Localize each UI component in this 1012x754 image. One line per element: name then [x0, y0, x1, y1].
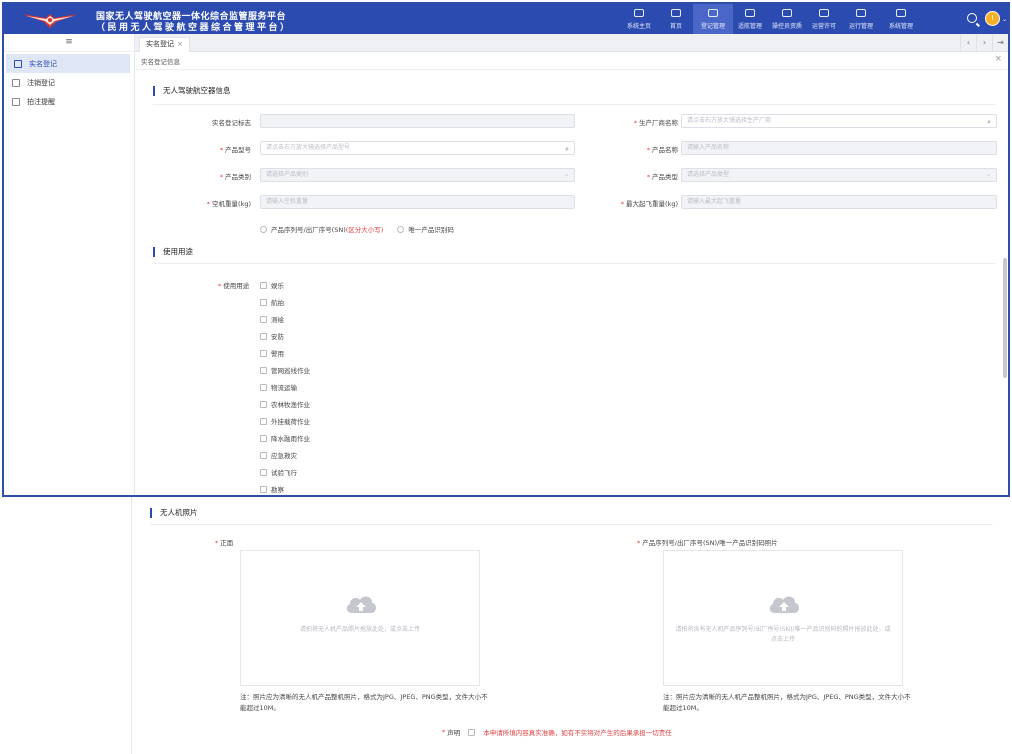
empty-weight-input[interactable]: 请输入空机重量: [260, 195, 575, 209]
label-model: * 产品型号: [219, 146, 251, 154]
usage-checkbox[interactable]: 管网巡线作业: [260, 365, 310, 375]
nav-home[interactable]: 首页: [659, 4, 693, 34]
usage-checkbox[interactable]: 勘察: [260, 484, 284, 494]
close-icon[interactable]: ×: [994, 54, 1002, 64]
usage-checkbox[interactable]: 测绘: [260, 314, 284, 324]
nav-operator-qual[interactable]: 操控员资质: [767, 4, 807, 34]
declare-checkbox[interactable]: [468, 728, 476, 736]
document-icon: [14, 59, 22, 68]
radio-sn[interactable]: [260, 225, 267, 233]
refresh-icon: [856, 9, 866, 17]
label-manufacturer: * 生产厂商名称: [633, 119, 678, 127]
usage-checkbox[interactable]: 航拍: [260, 297, 284, 307]
app-window: 国家无人驾驶航空器一体化综合监管服务平台 （民用无人驾驶航空器综合管理平台） 系…: [2, 2, 1010, 497]
label-front-photo: * 正面: [215, 539, 234, 547]
search-icon[interactable]: ⌕: [565, 143, 569, 154]
section-title-photos: 无人机照片: [150, 508, 198, 518]
shield-icon: [782, 9, 792, 17]
front-photo-note: 注：照片应为清晰的无人机产品整机照片，格式为JPG、JPEG、PNG类型，文件大…: [240, 693, 488, 712]
label-product-name: * 产品名称: [646, 146, 678, 154]
avatar[interactable]: I: [985, 11, 1000, 26]
more-icon[interactable]: ⇥: [992, 34, 1008, 52]
serial-photo-note: 注：照片应为清晰的无人机产品整机照片，格式为JPG、JPEG、PNG类型，文件大…: [663, 693, 911, 712]
section-title-aircraft: 无人驾驶航空器信息: [153, 86, 231, 96]
chevron-left-icon[interactable]: ‹: [960, 34, 976, 52]
label-serial-photo: * 产品序列号/出厂序号(SN)/唯一产品识别码照片: [637, 539, 778, 547]
usage-checkbox[interactable]: 物流运输: [260, 382, 297, 392]
usage-checkbox[interactable]: 应急救灾: [260, 450, 297, 460]
chevron-down-icon: ⌄: [563, 171, 569, 178]
sidebar-item-real-name[interactable]: 实名登记: [6, 54, 130, 73]
serial-photo-upload[interactable]: 请拍将含有无人机产品序列号/出厂序号(SN)/唯一产品识别码的照片拖放此处，或点…: [663, 550, 903, 686]
sidebar-item-cancel[interactable]: 注销登记: [4, 73, 134, 92]
label-category: * 产品类别: [219, 173, 251, 181]
model-input[interactable]: 请点击右方放大镜选择产品型号 ⌕: [260, 141, 575, 155]
usage-checkbox[interactable]: 试验飞行: [260, 467, 297, 477]
manufacturer-input[interactable]: 请点击右方放大镜选择生产厂商 ⌕: [681, 114, 997, 128]
content-header: 实名登记信息 ×: [135, 52, 1008, 70]
max-takeoff-input[interactable]: 请输入最大起飞重量: [681, 195, 997, 209]
cloud-upload-icon: [769, 596, 799, 613]
category-select[interactable]: 请选择产品类别 ⌄: [260, 168, 575, 182]
label-reg-id: 实名登记标志: [212, 119, 251, 127]
menu-icon[interactable]: ≡: [4, 34, 134, 52]
search-icon[interactable]: ⌕: [987, 116, 991, 127]
id-type-radio-group: 产品序列号/出厂序号(SN) (区分大小写) 唯一产品识别码: [260, 224, 454, 234]
nav-operation-mgmt[interactable]: 运行管理: [841, 4, 881, 34]
usage-checkbox[interactable]: 娱乐: [260, 280, 284, 290]
content-title: 实名登记信息: [141, 58, 180, 66]
usage-checkbox[interactable]: 安防: [260, 331, 284, 341]
nav-system-home[interactable]: 系统主页: [619, 4, 659, 34]
scrollbar[interactable]: [1003, 258, 1007, 378]
label-empty-weight: * 空机重量(kg): [206, 200, 251, 208]
nav-registration[interactable]: 登记管理: [693, 4, 733, 34]
sidebar: ≡ 实名登记 注销登记 拍注提醒: [4, 34, 135, 495]
tab-bar: 实名登记 × ‹ › ⇥: [135, 34, 1008, 52]
tab-real-name[interactable]: 实名登记 ×: [139, 37, 190, 52]
label-product-type: * 产品类型: [646, 173, 678, 181]
home-icon: [634, 9, 644, 17]
link-icon: [819, 9, 829, 17]
usage-checkbox[interactable]: 农林牧渔作业: [260, 399, 310, 409]
product-type-select[interactable]: 请选择产品类型 ⌄: [681, 168, 997, 182]
product-name-input[interactable]: 请输入产品名称: [681, 141, 997, 155]
monitor-icon: [671, 9, 681, 17]
declaration: * 声明 本申请所填内容真实准确，如有不实将对产生的后果承担一切责任: [442, 728, 672, 737]
search-icon[interactable]: [967, 13, 977, 23]
usage-checkbox[interactable]: 警用: [260, 348, 284, 358]
usage-checkbox[interactable]: 降水融雨作业: [260, 433, 310, 443]
nav-system-mgmt[interactable]: 系统管理: [881, 4, 921, 34]
front-photo-upload[interactable]: 请拍将无人机产品照片拖放此处，或点击上传: [240, 550, 480, 686]
radio-unique-id[interactable]: [397, 225, 405, 233]
drone-icon: [745, 9, 755, 17]
logo-icon: [22, 14, 78, 28]
top-header: 国家无人驾驶航空器一体化综合监管服务平台 （民用无人驾驶航空器综合管理平台） 系…: [4, 4, 1008, 34]
document-icon: [12, 97, 20, 106]
label-usage: * 使用用途: [218, 282, 250, 290]
chevron-down-icon[interactable]: ⌄: [1002, 16, 1007, 23]
section-title-usage: 使用用途: [153, 247, 193, 257]
form-area: 无人驾驶航空器信息 实名登记标志 * 生产厂商名称 请点击右方放大镜选择生产厂商 …: [135, 70, 1008, 495]
platform-subtitle: （民用无人驾驶航空器综合管理平台）: [96, 23, 292, 33]
usage-checkbox[interactable]: 外挂载荷作业: [260, 416, 310, 426]
chevron-down-icon: ⌄: [985, 171, 991, 178]
close-icon[interactable]: ×: [177, 40, 183, 48]
nav-operation-license[interactable]: 运营许可: [807, 4, 841, 34]
label-max-takeoff: * 最大起飞重量(kg): [620, 200, 678, 208]
reg-id-field: [260, 114, 575, 128]
top-nav: 系统主页 首页 登记管理 适航管理 操控员资质 运营许可 运行管理 系统管理: [619, 4, 921, 34]
photo-section: 无人机照片 * 正面 请拍将无人机产品照片拖放此处，或点击上传 注：照片应为清晰的…: [131, 497, 1012, 754]
document-icon: [12, 78, 20, 87]
document-icon: [708, 9, 718, 17]
cloud-upload-icon: [346, 596, 376, 613]
sidebar-item-reminder[interactable]: 拍注提醒: [4, 92, 134, 111]
nav-airworthiness[interactable]: 适航管理: [733, 4, 767, 34]
chevron-right-icon[interactable]: ›: [976, 34, 992, 52]
gear-icon: [896, 9, 906, 17]
